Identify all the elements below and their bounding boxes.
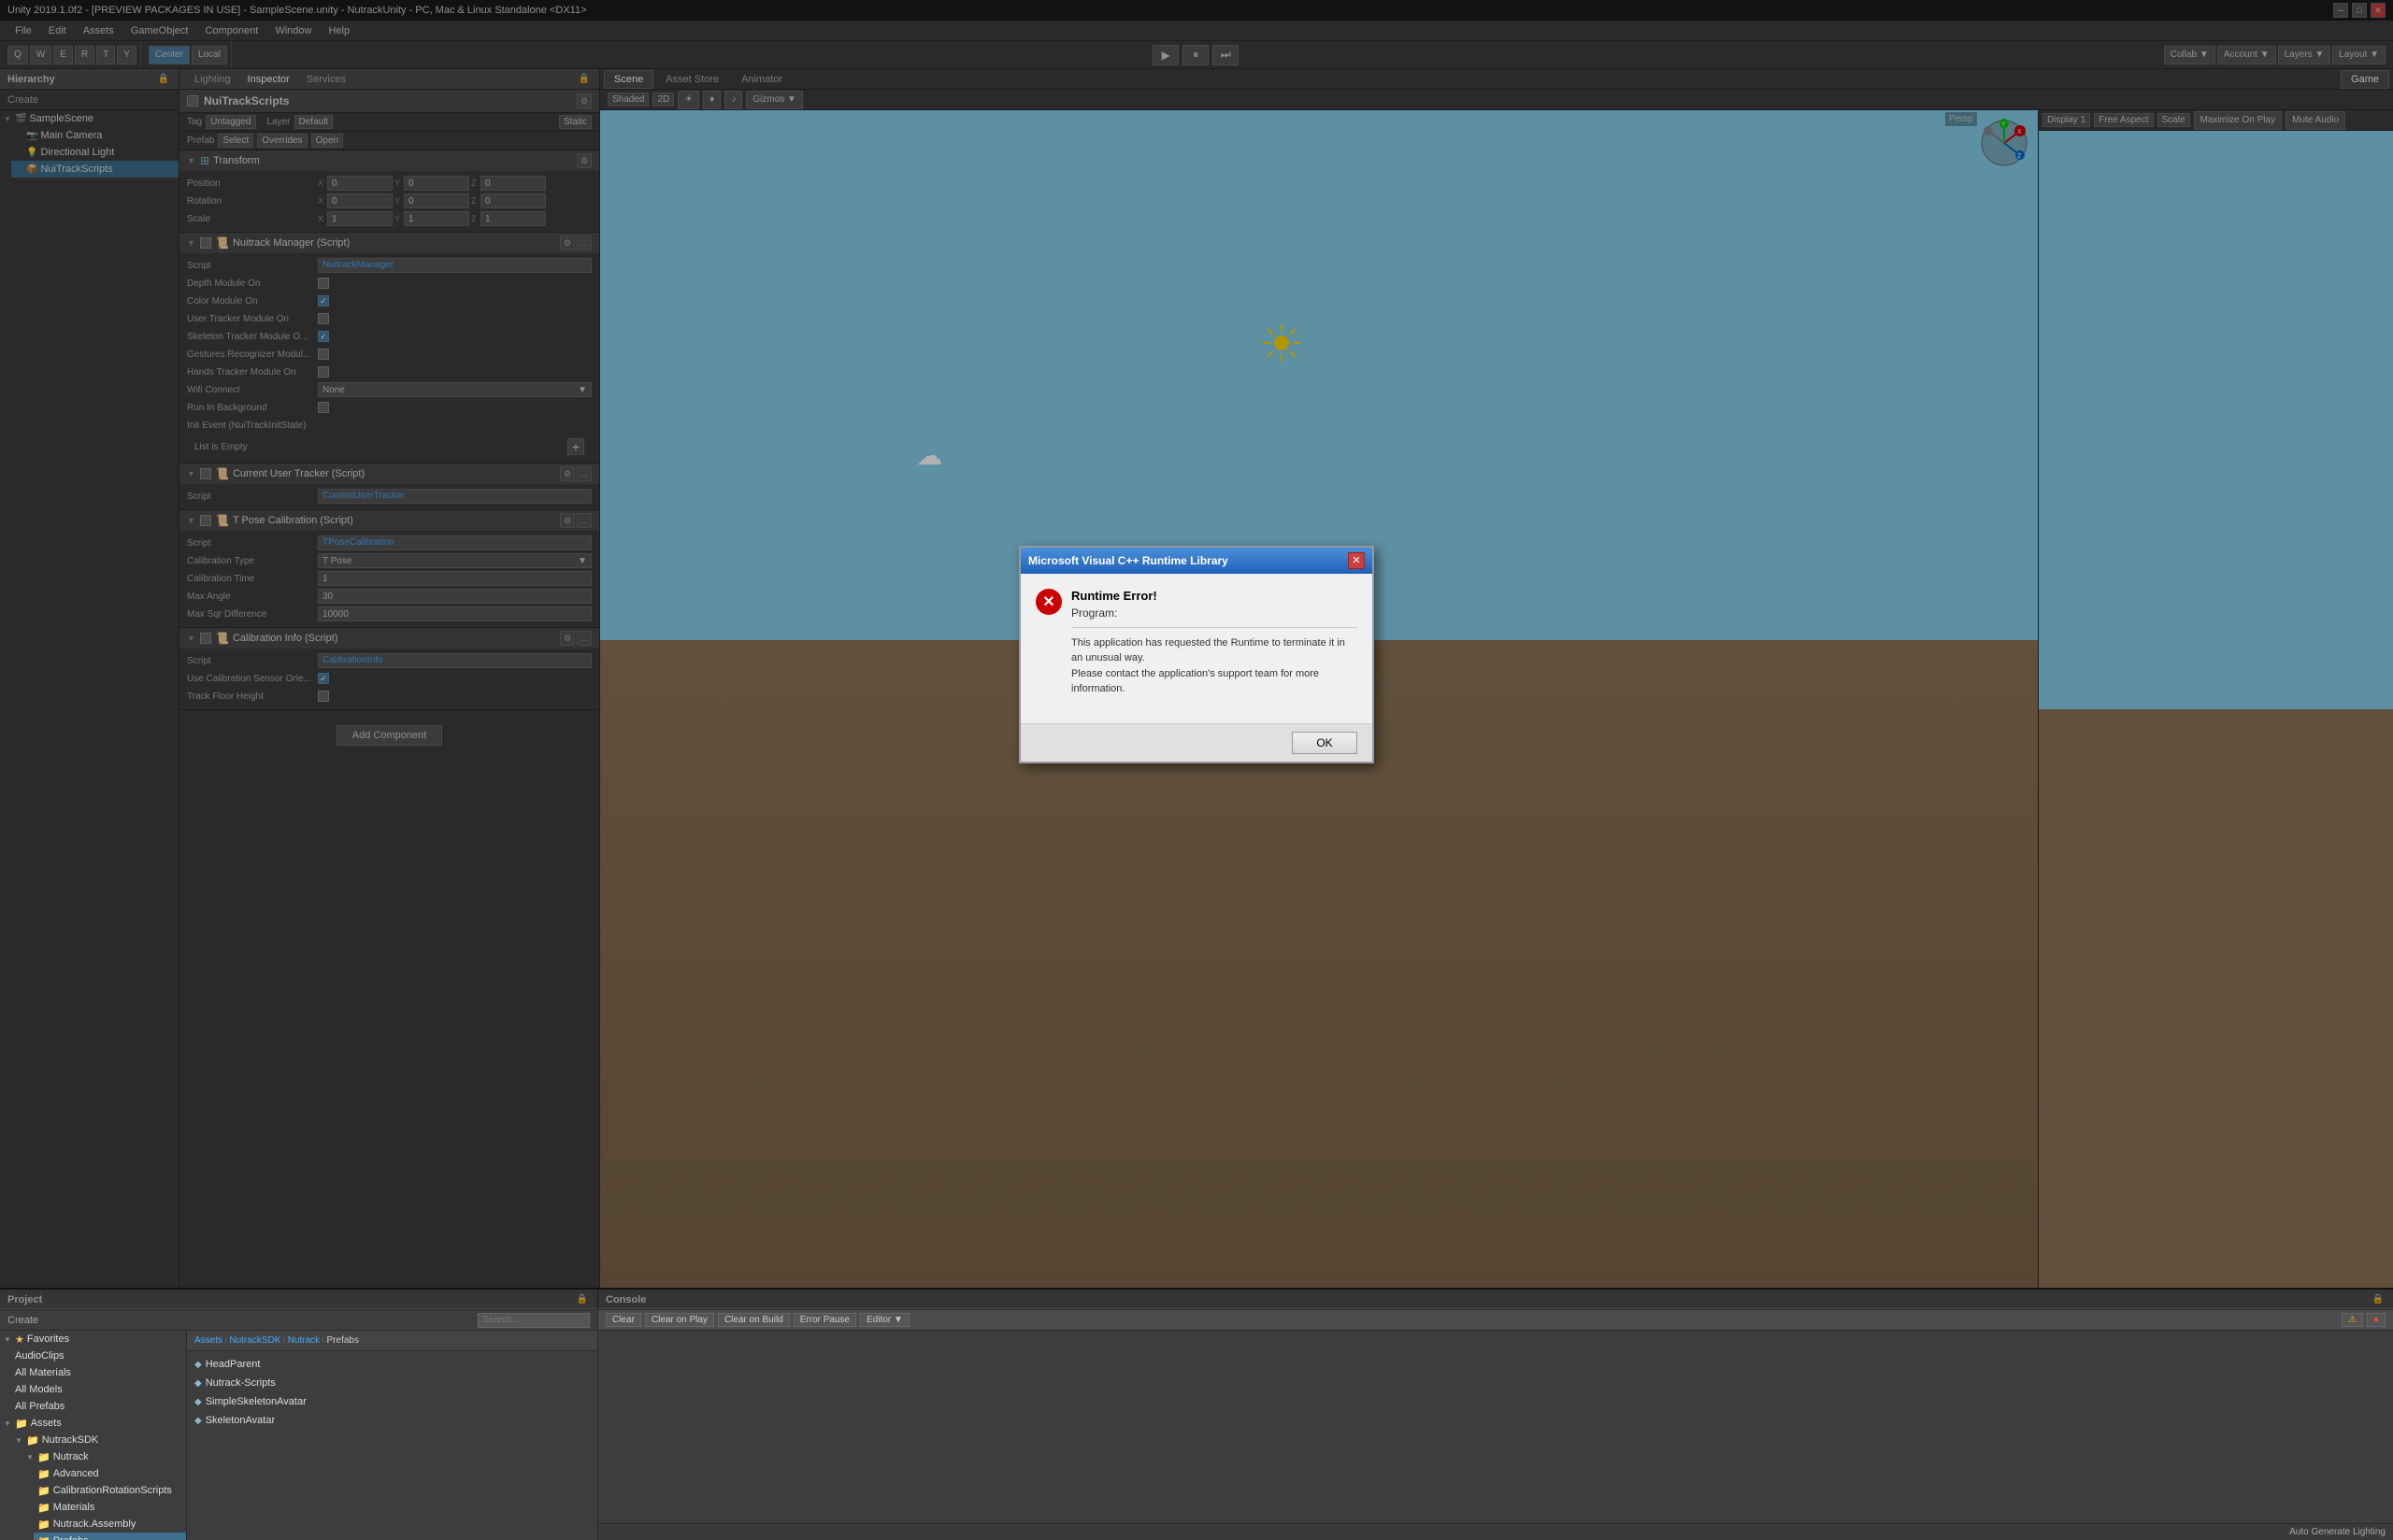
calibration-rotation-label: CalibrationRotationScripts: [53, 1485, 172, 1496]
bottom-layout: Project 🔒 Create ▼ ★ Favorites AudioClip…: [0, 1288, 2393, 1540]
favorites-folder[interactable]: ▼ ★ Favorites: [0, 1331, 186, 1348]
console-body: [598, 1331, 2393, 1523]
console-bottom-bar: Auto Generate Lighting: [598, 1523, 2393, 1540]
project-panel: Project 🔒 Create ▼ ★ Favorites AudioClip…: [0, 1290, 598, 1540]
nutrack-assembly-folder[interactable]: 📁 Nutrack.Assembly: [34, 1516, 186, 1533]
modal-ok-button[interactable]: OK: [1292, 732, 1357, 754]
breadcrumb-assets[interactable]: Assets: [194, 1335, 222, 1346]
project-search-input[interactable]: [478, 1313, 590, 1328]
materials-label: Materials: [53, 1502, 95, 1513]
nutrack-folder[interactable]: ▼ 📁 Nutrack: [22, 1448, 186, 1465]
modal-footer: OK: [1021, 723, 1372, 762]
nutrack-label: Nutrack: [53, 1451, 89, 1462]
error-title: Runtime Error!: [1071, 589, 1357, 603]
console-right-controls: ⚠ ●: [2342, 1313, 2386, 1327]
console-panel: Console 🔒 Clear Clear on Play Clear on B…: [598, 1290, 2393, 1540]
calibration-rotation-folder[interactable]: 📁 CalibrationRotationScripts: [34, 1482, 186, 1499]
star-icon: ★: [15, 1333, 24, 1346]
advanced-folder[interactable]: 📁 Advanced: [34, 1465, 186, 1482]
nutrack-icon: 📁: [37, 1451, 50, 1463]
all-prefabs-label: All Prefabs: [15, 1401, 64, 1412]
all-materials-item[interactable]: All Materials: [11, 1364, 186, 1381]
error-content: Runtime Error! Program: This application…: [1071, 589, 1357, 697]
skeleton-avatar-label: SkeletonAvatar: [206, 1415, 275, 1426]
console-toolbar: Clear Clear on Play Clear on Build Error…: [598, 1310, 2393, 1331]
materials-icon: 📁: [37, 1502, 50, 1514]
simple-skeleton-label: SimpleSkeletonAvatar: [206, 1396, 307, 1407]
prefabs-label: Prefabs: [53, 1535, 89, 1540]
prefabs-icon: 📁: [37, 1535, 50, 1540]
simple-skeleton-icon: ◆: [194, 1397, 202, 1407]
modal-error-row: ✕ Runtime Error! Program: This applicati…: [1036, 589, 1357, 697]
asset-skeleton-avatar[interactable]: ◆ SkeletonAvatar: [191, 1411, 594, 1430]
console-error-icon[interactable]: ●: [2367, 1313, 2386, 1327]
all-models-label: All Models: [15, 1384, 63, 1395]
assets-folder[interactable]: ▼ 📁 Assets: [0, 1415, 186, 1432]
modal-titlebar: Microsoft Visual C++ Runtime Library ✕: [1021, 548, 1372, 574]
calibration-rotation-icon: 📁: [37, 1485, 50, 1497]
asset-simple-skeleton[interactable]: ◆ SimpleSkeletonAvatar: [191, 1392, 594, 1411]
assets-folder-icon: 📁: [15, 1418, 28, 1430]
error-line1: This application has requested the Runti…: [1071, 637, 1345, 649]
all-prefabs-item[interactable]: All Prefabs: [11, 1398, 186, 1415]
modal-overlay: Microsoft Visual C++ Runtime Library ✕ ✕…: [0, 0, 2393, 1308]
nutrack-assembly-icon: 📁: [37, 1519, 50, 1531]
skeleton-avatar-icon: ◆: [194, 1416, 202, 1426]
project-create-search: Create: [0, 1310, 597, 1331]
console-editor-dropdown[interactable]: Editor ▼: [860, 1313, 910, 1327]
nutrack-scripts-icon: ◆: [194, 1378, 202, 1389]
console-clear-on-play-btn[interactable]: Clear on Play: [645, 1313, 714, 1327]
breadcrumb-sep1: ›: [224, 1335, 227, 1346]
breadcrumb-nutrack[interactable]: Nutrack: [288, 1335, 320, 1346]
error-program: Program:: [1071, 606, 1357, 620]
project-body: ▼ ★ Favorites AudioClips All Materials A…: [0, 1331, 597, 1540]
nutracksdk-folder[interactable]: ▼ 📁 NutrackSDK: [11, 1432, 186, 1448]
advanced-label: Advanced: [53, 1468, 99, 1479]
asset-nutrack-scripts[interactable]: ◆ Nutrack-Scripts: [191, 1374, 594, 1392]
console-error-pause-btn[interactable]: Error Pause: [794, 1313, 856, 1327]
headparent-icon: ◆: [194, 1360, 202, 1370]
headparent-label: HeadParent: [206, 1359, 261, 1370]
modal-title: Microsoft Visual C++ Runtime Library: [1028, 554, 1228, 567]
breadcrumb-prefabs: Prefabs: [327, 1335, 359, 1346]
error-line4: information.: [1071, 683, 1125, 694]
all-models-item[interactable]: All Models: [11, 1381, 186, 1398]
breadcrumb-bar: Assets › NutrackSDK › Nutrack › Prefabs: [187, 1331, 597, 1351]
error-line2: an unusual way.: [1071, 652, 1145, 663]
breadcrumb-sep2: ›: [282, 1335, 285, 1346]
error-line3: Please contact the application's support…: [1071, 668, 1319, 679]
nutrack-scripts-label: Nutrack-Scripts: [206, 1377, 276, 1389]
modal-body: ✕ Runtime Error! Program: This applicati…: [1021, 574, 1372, 723]
favorites-label: Favorites: [27, 1333, 69, 1345]
prefabs-folder[interactable]: 📁 Prefabs: [34, 1533, 186, 1540]
auto-gen-lighting-label[interactable]: Auto Generate Lighting: [2289, 1527, 2386, 1537]
advanced-icon: 📁: [37, 1468, 50, 1480]
modal-close-btn[interactable]: ✕: [1348, 552, 1365, 569]
console-warning-icon[interactable]: ⚠: [2342, 1313, 2363, 1327]
asset-headparent[interactable]: ◆ HeadParent: [191, 1355, 594, 1374]
all-materials-label: All Materials: [15, 1367, 71, 1378]
breadcrumb-sep3: ›: [322, 1335, 324, 1346]
materials-folder[interactable]: 📁 Materials: [34, 1499, 186, 1516]
audioclips-item[interactable]: AudioClips: [11, 1348, 186, 1364]
nutracksdk-icon: 📁: [26, 1434, 39, 1447]
console-clear-btn[interactable]: Clear: [606, 1313, 641, 1327]
error-message: This application has requested the Runti…: [1071, 627, 1357, 697]
modal-dialog: Microsoft Visual C++ Runtime Library ✕ ✕…: [1019, 546, 1374, 763]
console-clear-on-build-btn[interactable]: Clear on Build: [718, 1313, 790, 1327]
project-sidebar: ▼ ★ Favorites AudioClips All Materials A…: [0, 1331, 187, 1540]
project-create-btn[interactable]: Create: [7, 1315, 38, 1326]
breadcrumb-nutracksdk[interactable]: NutrackSDK: [229, 1335, 280, 1346]
audioclips-label: AudioClips: [15, 1350, 64, 1362]
nutracksdk-label: NutrackSDK: [42, 1434, 99, 1446]
asset-list: ◆ HeadParent ◆ Nutrack-Scripts ◆ SimpleS…: [187, 1351, 597, 1540]
project-main: Assets › NutrackSDK › Nutrack › Prefabs …: [187, 1331, 597, 1540]
error-icon: ✕: [1036, 589, 1062, 615]
assets-label: Assets: [31, 1418, 62, 1429]
nutrack-assembly-label: Nutrack.Assembly: [53, 1519, 136, 1530]
